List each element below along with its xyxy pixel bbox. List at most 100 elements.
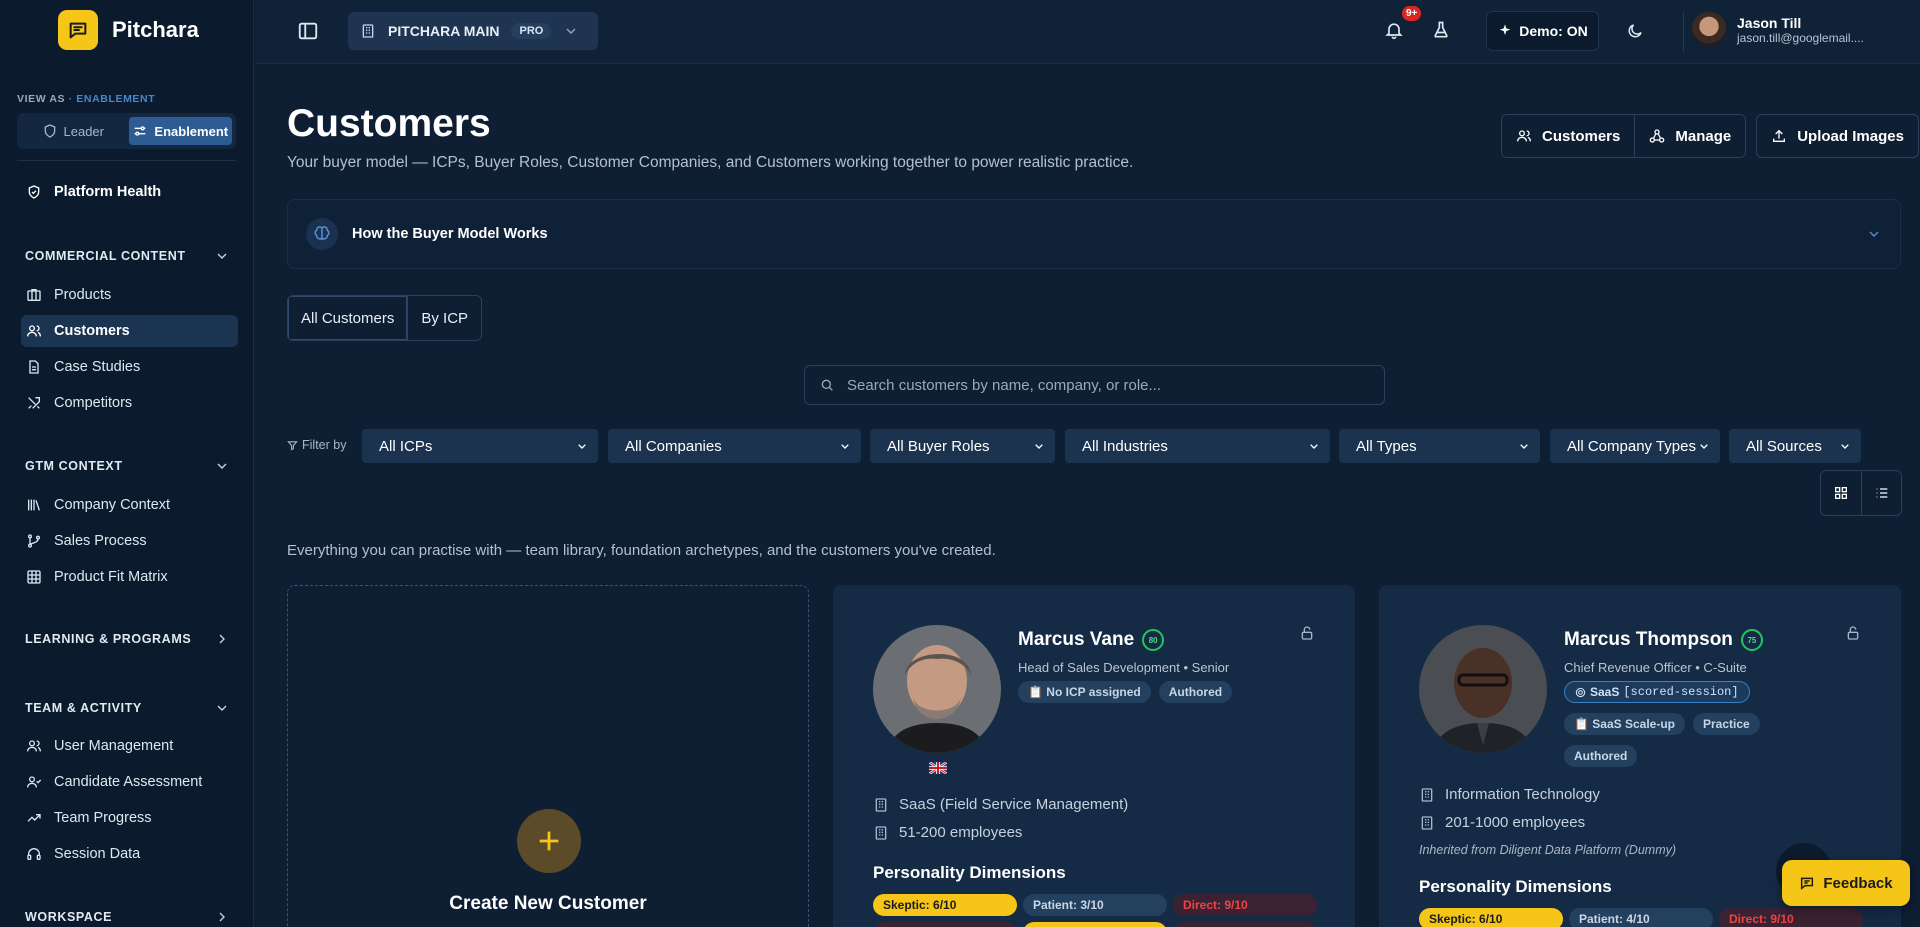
sidebar-item-competitors[interactable]: Competitors xyxy=(21,387,238,419)
sidebar-item-label: Team Progress xyxy=(54,810,152,826)
buyer-model-accordion[interactable]: How the Buyer Model Works xyxy=(287,199,1901,269)
shield-icon xyxy=(44,124,55,138)
sidebar-item-user-management[interactable]: User Management xyxy=(21,730,238,762)
filter-value: All Company Types xyxy=(1567,437,1696,455)
personality-pills-more xyxy=(873,922,1317,927)
nav-platform-health[interactable]: Platform Health xyxy=(21,176,238,208)
topbar: PITCHARA MAIN PRO 9+ Demo: ON Jason Till… xyxy=(255,0,1920,64)
filter-source-select[interactable]: All Sources xyxy=(1729,429,1861,463)
score-badge: 75 xyxy=(1740,629,1763,651)
sidebar-item-company-context[interactable]: Company Context xyxy=(21,489,238,521)
filter-type-select[interactable]: All Types xyxy=(1339,429,1540,463)
filter-industry-select[interactable]: All Industries xyxy=(1065,429,1330,463)
lock-icon xyxy=(1847,626,1859,640)
filter-icp-select[interactable]: All ICPs xyxy=(362,429,598,463)
inherited-note: Inherited from Diligent Data Platform (D… xyxy=(1419,843,1677,857)
feedback-button[interactable]: Feedback xyxy=(1782,860,1910,906)
layout-toggle xyxy=(1820,470,1902,516)
brand[interactable]: Pitchara xyxy=(58,10,199,50)
create-customer-label: Create New Customer xyxy=(449,893,647,914)
customer-industry: Information Technology xyxy=(1419,786,1600,803)
view-as-label: VIEW AS · ENABLEMENT xyxy=(17,93,155,105)
personality-title: Personality Dimensions xyxy=(1419,877,1612,896)
sidebar-item-product-fit-matrix[interactable]: Product Fit Matrix xyxy=(21,561,238,593)
lock-button[interactable] xyxy=(1299,625,1315,641)
personality-title: Personality Dimensions xyxy=(873,863,1066,882)
sidebar-item-label: Sales Process xyxy=(54,533,147,549)
filter-company-type-select[interactable]: All Company Types xyxy=(1550,429,1720,463)
theme-toggle-button[interactable] xyxy=(1626,22,1644,40)
section-title: GTM CONTEXT xyxy=(25,459,123,473)
customer-portrait xyxy=(1419,625,1547,753)
page-actions: Customers Manage Upload Images xyxy=(1501,114,1919,158)
role-leader-button[interactable]: Leader xyxy=(21,117,125,145)
dimension-direct: Direct: 9/10 xyxy=(1173,894,1317,916)
library-icon xyxy=(28,499,40,511)
package-icon xyxy=(27,289,41,301)
filter-value: All Sources xyxy=(1746,437,1822,455)
manage-label: Manage xyxy=(1675,127,1732,145)
filter-buyer-role-select[interactable]: All Buyer Roles xyxy=(870,429,1055,463)
sidebar-item-case-studies[interactable]: Case Studies xyxy=(21,351,238,383)
sidebar-item-team-progress[interactable]: Team Progress xyxy=(21,802,238,834)
list-view-button[interactable] xyxy=(1861,471,1901,515)
dimension-patient: Patient: 4/10 xyxy=(1569,908,1713,927)
users-icon xyxy=(27,325,41,337)
dimension-pill xyxy=(873,922,1017,927)
search-input[interactable] xyxy=(847,376,1347,394)
size-text: 51-200 employees xyxy=(899,824,1023,841)
customers-view-button[interactable]: Customers xyxy=(1502,115,1635,157)
bell-icon xyxy=(1385,23,1403,40)
sidebar-item-sales-process[interactable]: Sales Process xyxy=(21,525,238,557)
notifications-button[interactable] xyxy=(1384,20,1404,40)
panel-left-icon xyxy=(298,22,318,40)
section-gtm-context[interactable]: GTM CONTEXT xyxy=(25,456,230,476)
chevron-down-icon xyxy=(1035,444,1043,449)
grid-view-button[interactable] xyxy=(1821,471,1861,515)
sidebar-item-candidate-assessment[interactable]: Candidate Assessment xyxy=(21,766,238,798)
section-workspace[interactable]: WORKSPACE xyxy=(25,907,230,927)
manage-button[interactable]: Manage xyxy=(1634,115,1746,157)
building-icon xyxy=(875,825,887,840)
plan-badge: PRO xyxy=(511,23,552,39)
sidebar-toggle-button[interactable] xyxy=(297,20,319,42)
user-menu[interactable]: Jason Till jason.till@googlemail.... xyxy=(1691,12,1864,48)
tab-by-icp[interactable]: By ICP xyxy=(408,296,481,340)
workspace-switcher[interactable]: PITCHARA MAIN PRO xyxy=(348,12,598,50)
section-title: TEAM & ACTIVITY xyxy=(25,701,142,715)
grid-icon xyxy=(1835,487,1847,499)
demo-toggle-button[interactable]: Demo: ON xyxy=(1486,11,1599,51)
chevron-down-icon xyxy=(1700,444,1708,449)
users-icon xyxy=(27,740,41,752)
section-commercial-content[interactable]: COMMERCIAL CONTENT xyxy=(25,246,230,266)
customer-card[interactable]: Marcus Vane 80 Head of Sales Development… xyxy=(833,585,1355,927)
sidebar-item-customers[interactable]: Customers xyxy=(21,315,238,347)
labs-button[interactable] xyxy=(1431,20,1451,40)
role-toggle: Leader Enablement xyxy=(17,113,236,149)
filter-company-select[interactable]: All Companies xyxy=(608,429,861,463)
create-customer-card[interactable]: Create New Customer xyxy=(287,585,809,927)
section-learning-programs[interactable]: LEARNING & PROGRAMS xyxy=(25,629,230,649)
filter-value: All Companies xyxy=(625,437,722,455)
customer-tabs: All Customers By ICP xyxy=(287,295,483,341)
trending-up-icon xyxy=(27,814,41,822)
score-badge: 80 xyxy=(1142,629,1165,651)
personality-pills: Skeptic: 6/10 Patient: 4/10 Direct: 9/10 xyxy=(1419,908,1863,927)
lock-button[interactable] xyxy=(1845,625,1861,641)
tab-all-customers[interactable]: All Customers xyxy=(288,296,409,340)
upload-images-button[interactable]: Upload Images xyxy=(1756,114,1919,158)
icp-chip-label: SaaS xyxy=(1590,685,1620,699)
sidebar-item-products[interactable]: Products xyxy=(21,279,238,311)
view-as-text: VIEW AS xyxy=(17,93,66,105)
chevron-down-icon xyxy=(841,444,849,449)
chevron-down-icon xyxy=(217,253,227,259)
divider xyxy=(17,160,236,161)
customer-name: Marcus Thompson xyxy=(1564,629,1733,650)
view-as-value: · ENABLEMENT xyxy=(68,93,156,105)
section-team-activity[interactable]: TEAM & ACTIVITY xyxy=(25,698,230,718)
sidebar-item-session-data[interactable]: Session Data xyxy=(21,838,238,870)
role-enablement-button[interactable]: Enablement xyxy=(128,117,232,145)
section-title: COMMERCIAL CONTENT xyxy=(25,249,186,263)
headphones-icon xyxy=(27,848,41,860)
library-hint: Everything you can practise with — team … xyxy=(287,542,996,559)
